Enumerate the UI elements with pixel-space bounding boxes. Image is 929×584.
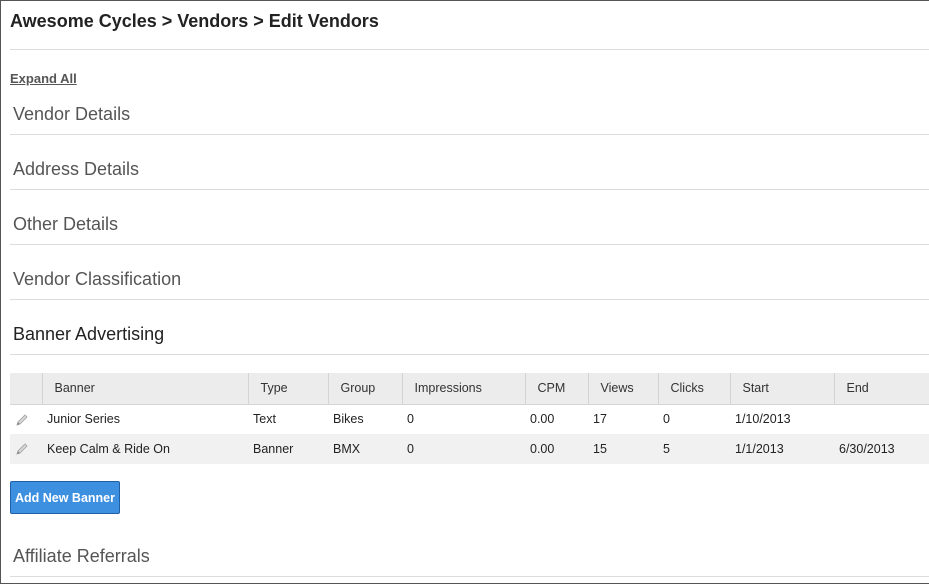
cell-start: 1/1/2013 (730, 434, 834, 464)
cell-banner: Keep Calm & Ride On (42, 434, 248, 464)
cell-views: 15 (588, 434, 658, 464)
pencil-icon[interactable] (15, 442, 29, 456)
edit-cell (10, 434, 42, 464)
section-vendor-details[interactable]: Vendor Details (10, 80, 929, 135)
cell-end (834, 404, 929, 434)
cell-banner: Junior Series (47, 412, 120, 427)
cell-group: BMX (328, 434, 402, 464)
column-header-clicks[interactable]: Clicks (658, 373, 731, 405)
cell-views: 17 (593, 412, 607, 427)
column-header-end[interactable]: End (834, 373, 929, 405)
column-header-cpm[interactable]: CPM (525, 373, 589, 405)
section-label: Address Details (13, 159, 140, 179)
cell-clicks: 5 (658, 434, 730, 464)
section-label: Other Details (13, 214, 119, 234)
pencil-icon[interactable] (15, 413, 29, 427)
cell-type: Text (253, 412, 276, 427)
section-label: Vendor Classification (13, 269, 182, 289)
section-label: Vendor Details (13, 104, 131, 124)
cell-type: Banner (248, 434, 328, 464)
column-header-start[interactable]: Start (730, 373, 835, 405)
section-label: Banner Advertising (13, 324, 165, 344)
cell-cpm: 0.00 (530, 412, 555, 427)
cell-clicks: 0 (663, 412, 670, 427)
column-header-group[interactable]: Group (328, 373, 403, 405)
section-vendor-classification[interactable]: Vendor Classification (10, 245, 929, 300)
column-header-banner[interactable]: Banner (42, 373, 249, 405)
add-new-banner-button[interactable]: Add New Banner (10, 481, 120, 514)
table-row[interactable]: Keep Calm & Ride On Banner BMX 0 0.00 15… (10, 434, 929, 464)
cell-impressions: 0 (402, 434, 525, 464)
column-header-edit (10, 373, 43, 405)
cell-start: 1/10/2013 (735, 412, 791, 427)
cell-impressions: 0 (407, 412, 414, 427)
cell-end: 6/30/2013 (834, 434, 929, 464)
table-row[interactable]: Junior Series Text Bikes 0 0.00 17 0 1/1… (10, 404, 929, 434)
table-header-row: Banner Type Group Impressions CPM Views … (10, 373, 929, 405)
cell-cpm: 0.00 (525, 434, 588, 464)
section-banner-advertising[interactable]: Banner Advertising (10, 300, 929, 355)
edit-cell (10, 404, 42, 434)
section-address-details[interactable]: Address Details (10, 135, 929, 190)
section-other-details[interactable]: Other Details (10, 190, 929, 245)
banner-table: Banner Type Group Impressions CPM Views … (10, 373, 929, 464)
section-affiliate-referrals[interactable]: Affiliate Referrals (10, 522, 929, 577)
page-title: Awesome Cycles > Vendors > Edit Vendors (10, 11, 379, 31)
column-header-impressions[interactable]: Impressions (402, 373, 526, 405)
cell-group: Bikes (333, 412, 364, 427)
column-header-type[interactable]: Type (248, 373, 329, 405)
section-label: Affiliate Referrals (13, 546, 150, 566)
title-divider (10, 49, 929, 50)
column-header-views[interactable]: Views (588, 373, 659, 405)
